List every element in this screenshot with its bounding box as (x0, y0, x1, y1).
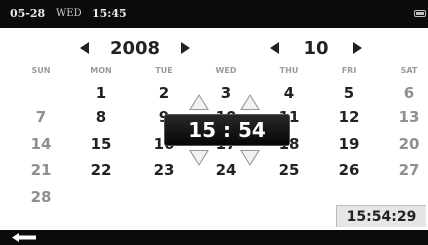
weekday-tue: TUE (155, 66, 173, 75)
day-cell[interactable]: 5 (324, 83, 374, 103)
year-value: 2008 (109, 37, 161, 59)
status-weekday: WED (56, 8, 82, 19)
day-cell[interactable]: 12 (324, 107, 374, 127)
day-cell[interactable]: 27 (384, 160, 428, 180)
day-cell[interactable]: 22 (76, 160, 126, 180)
time-picker: 15 : 54 (157, 89, 290, 175)
day-cell[interactable]: 15 (76, 134, 126, 154)
year-selector: 2008 (80, 37, 190, 59)
year-next-button[interactable] (180, 42, 190, 54)
day-cell[interactable]: 8 (76, 107, 126, 127)
day-cell[interactable]: 14 (16, 134, 66, 154)
day-cell[interactable]: 19 (324, 134, 374, 154)
day-cell[interactable]: 26 (324, 160, 374, 180)
current-clock: 15:54:29 (336, 205, 426, 227)
back-button[interactable] (6, 231, 46, 244)
status-date: 05-28 (10, 7, 46, 20)
back-arrow-icon (12, 233, 36, 242)
weekday-thu: THU (279, 66, 299, 75)
weekday-wed: WED (215, 66, 237, 75)
hour-up-arrow-icon[interactable] (189, 94, 209, 110)
day-cell[interactable]: 6 (384, 83, 428, 103)
weekday-sat: SAT (400, 66, 418, 75)
day-cell[interactable]: 28 (16, 187, 66, 207)
month-next-button[interactable] (353, 42, 362, 54)
bottom-bar (0, 230, 428, 245)
month-value: 10 (303, 37, 329, 59)
month-prev-button[interactable] (270, 42, 279, 54)
weekday-fri: FRI (341, 66, 357, 75)
minute-up-arrow-icon[interactable] (240, 94, 260, 110)
status-bar: 05-28 WED 15:45 (0, 0, 428, 28)
year-prev-button[interactable] (80, 42, 89, 54)
hour-down-arrow-icon[interactable] (189, 150, 209, 166)
day-cell[interactable]: 1 (76, 83, 126, 103)
weekday-sun: SUN (31, 66, 51, 75)
day-cell[interactable]: 13 (384, 107, 428, 127)
minute-down-arrow-icon[interactable] (240, 150, 260, 166)
day-cell[interactable] (16, 83, 66, 103)
time-display[interactable]: 15 : 54 (164, 114, 290, 146)
day-cell[interactable]: 20 (384, 134, 428, 154)
day-cell[interactable]: 7 (16, 107, 66, 127)
month-selector: 10 (270, 37, 362, 59)
battery-icon (414, 10, 426, 17)
weekday-mon: MON (90, 66, 112, 75)
day-cell[interactable]: 21 (16, 160, 66, 180)
status-time: 15:45 (92, 7, 127, 20)
